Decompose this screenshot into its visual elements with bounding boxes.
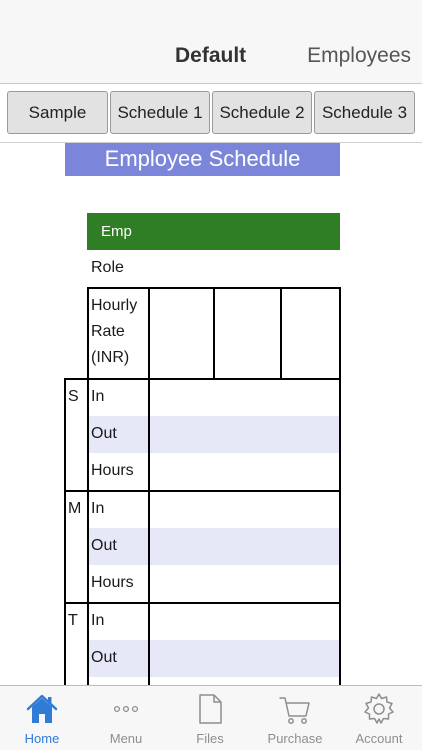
role-label[interactable]: Role (91, 259, 124, 277)
row-label-in[interactable]: In (91, 612, 104, 630)
shaded-row (88, 416, 340, 453)
tab-schedule-1[interactable]: Schedule 1 (110, 91, 210, 134)
tab-account[interactable]: Account (337, 686, 421, 750)
gear-icon (364, 693, 394, 724)
tab-purchase-label: Purchase (267, 731, 323, 746)
cart-icon (279, 697, 310, 724)
tab-menu-label: Menu (109, 731, 143, 746)
grid-line (64, 378, 66, 685)
tab-home[interactable]: Home (0, 686, 84, 750)
row-label-in[interactable]: In (91, 500, 104, 518)
rate-label-line[interactable]: Hourly (91, 297, 137, 315)
tab-files[interactable]: Files (168, 686, 252, 750)
emp-header-cell[interactable]: Emp (87, 213, 340, 250)
grid-line (148, 287, 150, 378)
grid-line (87, 287, 89, 685)
day-letter-monday[interactable]: M (68, 500, 81, 518)
tab-home-label: Home (24, 731, 60, 746)
grid-line (148, 378, 150, 685)
bottom-tab-bar: Home Menu Files Purchase Account (0, 685, 422, 750)
file-icon (199, 694, 222, 724)
shaded-row (88, 528, 340, 565)
house-icon (26, 694, 58, 723)
row-label-out[interactable]: Out (91, 425, 117, 443)
tab-purchase[interactable]: Purchase (253, 686, 337, 750)
navigation-bar: Default Employees (0, 0, 422, 84)
grid-line (64, 602, 341, 604)
row-label-out[interactable]: Out (91, 649, 117, 667)
more-dots-icon (113, 705, 139, 713)
tab-schedule-2[interactable]: Schedule 2 (212, 91, 312, 134)
row-label-hours[interactable]: Hours (91, 574, 134, 592)
grid-line (339, 287, 341, 685)
grid-line (280, 287, 282, 378)
tab-schedule-3[interactable]: Schedule 3 (314, 91, 415, 134)
row-label-out[interactable]: Out (91, 537, 117, 555)
sheet-title[interactable]: Employee Schedule (65, 143, 340, 176)
tab-menu[interactable]: Menu (84, 686, 168, 750)
rate-label-line[interactable]: (INR) (91, 349, 129, 367)
row-label-in[interactable]: In (91, 388, 104, 406)
grid-line (213, 287, 215, 378)
tab-files-label: Files (196, 731, 224, 746)
grid-line (64, 378, 341, 380)
tab-account-label: Account (355, 731, 403, 746)
row-label-hours[interactable]: Hours (91, 462, 134, 480)
day-letter-tuesday[interactable]: T (68, 612, 78, 630)
rate-label-line[interactable]: Rate (91, 323, 125, 341)
nav-title: Default (175, 44, 247, 67)
sheet-tab-bar: Sample Schedule 1 Schedule 2 Schedule 3 (0, 85, 422, 143)
tab-sample[interactable]: Sample (7, 91, 108, 134)
grid-line (64, 490, 341, 492)
shaded-row (88, 640, 340, 677)
employees-button[interactable]: Employees (307, 44, 411, 68)
day-letter-sunday[interactable]: S (68, 388, 79, 406)
